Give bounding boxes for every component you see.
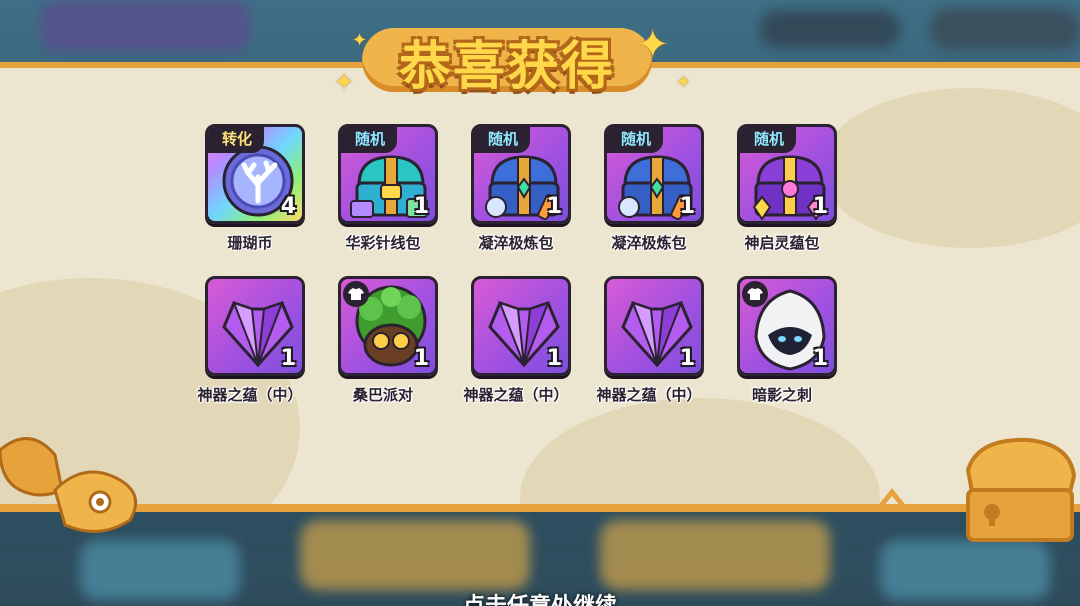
item-tile: 随机 1: [604, 124, 704, 224]
sparkle-icon: ✦: [352, 30, 368, 51]
sparkle-icon: ✦: [676, 72, 692, 93]
reward-item[interactable]: 1 神器之蕴（中）: [451, 276, 581, 426]
fox-mascot-icon: [0, 437, 138, 533]
item-name: 神启灵蕴包: [744, 234, 820, 252]
item-tile: 转化 4: [205, 124, 305, 224]
item-quantity: 4: [280, 194, 296, 219]
item-tile: 1: [737, 276, 837, 376]
item-name: 神器之蕴（中）: [596, 386, 702, 404]
item-quantity: 1: [413, 194, 429, 219]
shirt-icon: [742, 281, 768, 307]
tap-to-continue-text[interactable]: 点击任意处继续: [0, 588, 1080, 606]
tag-random: 随机: [607, 127, 664, 153]
reward-item[interactable]: 随机 1 华彩针线包: [318, 124, 448, 274]
item-quantity: 1: [812, 346, 828, 371]
reward-item[interactable]: 随机 1 凝淬极炼包: [451, 124, 581, 274]
tag-random: 随机: [474, 127, 531, 153]
item-name: 珊瑚币: [227, 234, 273, 252]
reward-item[interactable]: 随机 1 凝淬极炼包: [584, 124, 714, 274]
reward-item[interactable]: 1 暗影之刺: [717, 276, 847, 426]
tag-random: 随机: [740, 127, 797, 153]
sparkle-icon: ✦: [334, 68, 355, 96]
item-tile: 1: [604, 276, 704, 376]
item-quantity: 1: [280, 346, 296, 371]
item-name: 凝淬极炼包: [611, 234, 687, 252]
item-tile: 随机 1: [737, 124, 837, 224]
popup-title: 恭喜获得: [398, 37, 615, 97]
reward-item[interactable]: 随机 1 神启灵蕴包: [717, 124, 847, 274]
item-quantity: 1: [679, 346, 695, 371]
reward-item[interactable]: 1 神器之蕴（中）: [584, 276, 714, 426]
reward-item[interactable]: 1 桑巴派对: [318, 276, 448, 426]
item-quantity: 1: [812, 194, 828, 219]
item-name: 华彩针线包: [345, 234, 421, 252]
panel-notch-icon: [872, 488, 912, 512]
sparkle-icon: ✦: [636, 22, 670, 68]
item-name: 神器之蕴（中）: [463, 386, 569, 404]
tag-convert: 转化: [208, 127, 265, 153]
item-name: 凝淬极炼包: [478, 234, 554, 252]
item-name: 暗影之刺: [751, 386, 812, 404]
item-tile: 随机 1: [471, 124, 571, 224]
item-quantity: 1: [546, 346, 562, 371]
reward-item[interactable]: 1 神器之蕴（中）: [185, 276, 315, 426]
item-quantity: 1: [413, 346, 429, 371]
item-tile: 1: [338, 276, 438, 376]
reward-item[interactable]: 转化 4 珊瑚币: [185, 124, 315, 274]
item-name: 神器之蕴（中）: [197, 386, 303, 404]
item-quantity: 1: [679, 194, 695, 219]
item-tile: 1: [205, 276, 305, 376]
shirt-icon: [343, 281, 369, 307]
item-tile: 1: [471, 276, 571, 376]
item-quantity: 1: [546, 194, 562, 219]
item-name: 桑巴派对: [352, 386, 413, 404]
tag-random: 随机: [341, 127, 398, 153]
treasure-chest-icon: [965, 437, 1077, 542]
item-tile: 随机 1: [338, 124, 438, 224]
